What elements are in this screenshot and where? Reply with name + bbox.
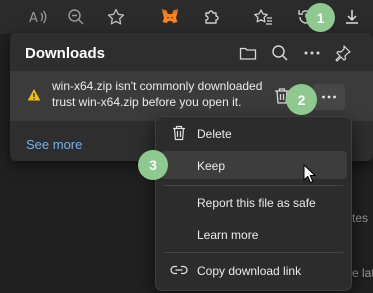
- menu-item-keep[interactable]: Keep: [160, 151, 347, 179]
- metamask-fox-icon[interactable]: [160, 7, 180, 27]
- search-icon[interactable]: [270, 43, 290, 63]
- favorite-star-icon[interactable]: [106, 7, 126, 27]
- zoom-out-icon[interactable]: [66, 7, 86, 27]
- download-more-actions-button[interactable]: [313, 84, 345, 110]
- menu-item-delete[interactable]: Delete: [160, 119, 347, 147]
- panel-title: Downloads: [25, 45, 106, 62]
- warning-line-1: win-x64.zip isn't commonly downloaded.: [52, 79, 262, 93]
- open-folder-icon[interactable]: [238, 43, 258, 63]
- background-page-text: tes: [352, 211, 369, 225]
- menu-divider: [164, 185, 343, 186]
- trash-icon: [170, 125, 188, 141]
- menu-divider: [164, 252, 343, 253]
- menu-item-label: Learn more: [197, 228, 259, 242]
- read-aloud-icon[interactable]: A: [28, 7, 48, 27]
- download-context-menu: Delete Keep Report this file as safe Lea…: [155, 116, 352, 291]
- menu-item-label: Copy download link: [197, 264, 302, 278]
- more-actions-icon: [322, 95, 336, 99]
- svg-text:A: A: [29, 11, 38, 25]
- menu-item-label: Keep: [197, 159, 226, 173]
- step-callout-1: 1: [306, 3, 335, 32]
- more-options-icon[interactable]: [302, 43, 322, 63]
- menu-item-label: Report this file as safe: [197, 196, 316, 210]
- link-icon: [170, 262, 188, 278]
- background-page-text: e late: [352, 266, 373, 280]
- menu-item-learn-more[interactable]: Learn more: [160, 220, 347, 248]
- download-item[interactable]: win-x64.zip isn't commonly downloaded. t…: [10, 71, 373, 121]
- download-warning-message: win-x64.zip isn't commonly downloaded. t…: [52, 78, 262, 110]
- mouse-cursor-icon: [303, 164, 317, 184]
- warning-line-2: trust win-x64.zip before you open it.: [52, 95, 242, 109]
- downloads-icon[interactable]: [342, 7, 362, 27]
- menu-item-report-safe[interactable]: Report this file as safe: [160, 188, 347, 216]
- extensions-icon[interactable]: [202, 7, 222, 27]
- step-callout-3: 3: [138, 150, 168, 180]
- menu-item-label: Delete: [197, 127, 232, 141]
- pin-icon[interactable]: [333, 43, 353, 63]
- warning-icon: [27, 88, 41, 102]
- see-more-link[interactable]: See more: [26, 137, 82, 152]
- menu-item-copy-link[interactable]: Copy download link: [160, 256, 347, 284]
- favorites-icon[interactable]: [253, 7, 273, 27]
- step-callout-2: 2: [286, 84, 317, 115]
